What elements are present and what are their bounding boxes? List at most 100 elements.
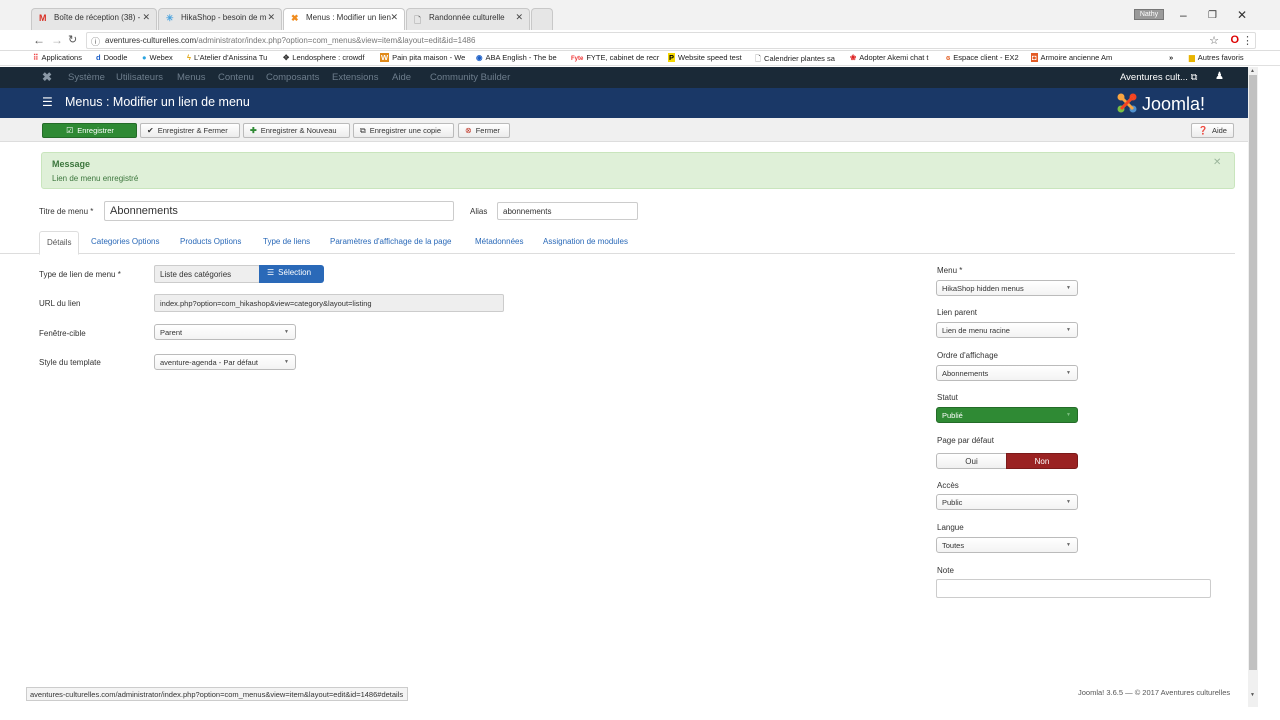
browser-tab-gmail[interactable]: M Boîte de réception (38) - ✕: [31, 8, 157, 30]
target-select[interactable]: Parent ▼: [154, 324, 296, 340]
forward-icon[interactable]: →: [51, 33, 63, 47]
tab-products-options[interactable]: Products Options: [180, 237, 241, 246]
save-close-button[interactable]: ✔ Enregistrer & Fermer: [140, 123, 240, 138]
scrollbar-thumb[interactable]: [1249, 75, 1257, 670]
close-icon[interactable]: ✕: [515, 12, 523, 23]
browser-status-url: aventures-culturelles.com/administrator/…: [26, 687, 409, 701]
help-button[interactable]: ❓ Aide: [1191, 123, 1234, 138]
browser-menu-icon[interactable]: ⋮: [1242, 34, 1253, 47]
bookmark-akemi[interactable]: ❀ Adopter Akemi chat t: [850, 53, 929, 62]
save-button[interactable]: ☑ Enregistrer: [42, 123, 137, 138]
caret-icon: ▼: [284, 359, 289, 365]
hikashop-icon: ✳: [166, 13, 174, 23]
opera-icon[interactable]: O: [1230, 34, 1239, 46]
bookmark-aba[interactable]: ◉ ABA English - The be: [476, 53, 557, 62]
note-input[interactable]: [936, 579, 1211, 598]
target-label: Fenêtre-cible: [39, 329, 86, 338]
page-title: Menus : Modifier un lien de menu: [65, 95, 250, 109]
close-icon[interactable]: ✕: [142, 12, 150, 23]
order-select[interactable]: Abonnements ▼: [936, 365, 1078, 381]
minimize-icon[interactable]: –: [1180, 8, 1187, 22]
tab-parametres-affichage[interactable]: Paramètres d'affichage de la page: [330, 237, 451, 246]
url-input[interactable]: ⓘ aventures-culturelles.com/administrato…: [86, 32, 1256, 49]
bookmark-atelier[interactable]: ϟ L'Atelier d'Anissina Tu: [187, 53, 267, 62]
close-icon[interactable]: ✕: [390, 12, 398, 23]
close-icon[interactable]: ✕: [1213, 157, 1221, 168]
doodle-icon: d: [96, 53, 101, 62]
bookmark-lendosphere[interactable]: ✥ Lendosphere : crowdf: [283, 53, 364, 62]
browser-tab-randonnee[interactable]: 🗋 Randonnée culturelle ✕: [406, 8, 530, 30]
toolbar: ☑ Enregistrer ✔ Enregistrer & Fermer ✚ Enre…: [0, 118, 1248, 142]
status-select[interactable]: Publié ▼: [936, 407, 1078, 423]
link-type-value: Liste des catégories: [154, 265, 260, 283]
template-style-label: Style du template: [39, 358, 101, 367]
selection-button[interactable]: ☰ Sélection: [259, 265, 324, 283]
browser-tab-menus[interactable]: ✖ Menus : Modifier un lien ✕: [283, 8, 405, 31]
bookmark-other[interactable]: ▆ Autres favoris: [1189, 53, 1244, 62]
nav-community-builder[interactable]: Community Builder: [430, 72, 510, 83]
caret-icon: ▼: [1066, 542, 1071, 548]
bookmarks-overflow[interactable]: »: [1169, 53, 1173, 62]
tab-categories-options[interactable]: Categories Options: [91, 237, 159, 246]
bookmark-star-icon[interactable]: ☆: [1209, 34, 1219, 47]
save-copy-button[interactable]: ⧉ Enregistrer une copie: [353, 123, 454, 138]
caret-icon: ▼: [1066, 285, 1071, 291]
reload-icon[interactable]: ↻: [68, 33, 77, 46]
access-select[interactable]: Public ▼: [936, 494, 1078, 510]
browser-tab-hikashop[interactable]: ✳ HikaShop - besoin de m ✕: [158, 8, 282, 30]
tab-details[interactable]: Détails: [39, 231, 80, 255]
bookmark-doodle[interactable]: d Doodle: [96, 53, 127, 62]
parent-label: Lien parent: [937, 308, 978, 317]
bookmark-webex[interactable]: ● Webex: [142, 53, 173, 62]
bookmark-ex2[interactable]: ɞ Espace client - EX2: [946, 53, 1019, 62]
close-button[interactable]: ⊗ Fermer: [458, 123, 510, 138]
tab-metadonnees[interactable]: Métadonnées: [475, 237, 523, 246]
nav-aide[interactable]: Aide: [392, 72, 411, 83]
user-icon[interactable]: ♟: [1215, 71, 1224, 82]
restore-icon[interactable]: ❐: [1208, 10, 1217, 21]
scroll-up-icon[interactable]: ▲: [1250, 68, 1255, 74]
nav-extensions[interactable]: Extensions: [332, 72, 378, 83]
new-tab-button[interactable]: [531, 8, 553, 30]
bookmark-speed-test[interactable]: P Website speed test: [668, 53, 742, 62]
save-new-button[interactable]: ✚ Enregistrer & Nouveau: [243, 123, 350, 138]
site-link[interactable]: Aventures cult... ⧉: [1120, 72, 1197, 83]
parent-select[interactable]: Lien de menu racine ▼: [936, 322, 1078, 338]
status-label: Statut: [937, 393, 958, 402]
default-no-button[interactable]: Non: [1006, 453, 1078, 469]
admin-top-nav: ✖ Système Utilisateurs Menus Contenu Com…: [0, 67, 1248, 88]
tab-assignation-modules[interactable]: Assignation de modules: [543, 237, 628, 246]
alias-input[interactable]: abonnements: [497, 202, 638, 220]
edit-icon: ☑: [66, 126, 74, 135]
title-input[interactable]: Abonnements: [104, 201, 454, 221]
access-label: Accès: [937, 481, 959, 490]
tab-type-de-liens[interactable]: Type de liens: [263, 237, 310, 246]
back-icon[interactable]: ←: [33, 33, 45, 47]
joomla-menu-icon[interactable]: ✖: [42, 70, 52, 84]
profile-badge[interactable]: Nathy: [1134, 9, 1164, 20]
bookmark-apps[interactable]: ⠿ Applications: [33, 53, 82, 62]
bookmark-calendrier[interactable]: 🗋 Calendrier plantes sa: [755, 53, 835, 66]
menu-select[interactable]: HikaShop hidden menus ▼: [936, 280, 1078, 296]
bookmark-pain-pita[interactable]: W Pain pita maison - We: [380, 53, 465, 62]
nav-contenu[interactable]: Contenu: [218, 72, 254, 83]
bookmark-armoire[interactable]: ◘ Armoire ancienne Am: [1031, 53, 1112, 62]
nav-utilisateurs[interactable]: Utilisateurs: [116, 72, 163, 83]
nav-systeme[interactable]: Système: [68, 72, 105, 83]
browser-tab-bar: M Boîte de réception (38) - ✕ ✳ HikaShop…: [0, 0, 1280, 31]
caret-icon: ▼: [1066, 499, 1071, 505]
caret-icon: ▼: [284, 329, 289, 335]
template-style-select[interactable]: aventure-agenda - Par défaut ▼: [154, 354, 296, 370]
close-icon[interactable]: ✕: [267, 12, 275, 23]
language-select[interactable]: Toutes ▼: [936, 537, 1078, 553]
default-yes-button[interactable]: Oui: [936, 453, 1007, 469]
apps-icon: ⠿: [33, 53, 39, 62]
note-label: Note: [937, 566, 954, 575]
url-host: aventures-culturelles.com: [105, 36, 197, 45]
nav-composants[interactable]: Composants: [266, 72, 319, 83]
bookmark-fyte[interactable]: Fyte FYTE, cabinet de recr: [571, 53, 659, 62]
window-close-icon[interactable]: ✕: [1237, 8, 1247, 22]
scroll-down-icon[interactable]: ▼: [1250, 692, 1255, 698]
info-icon[interactable]: ⓘ: [91, 35, 100, 48]
nav-menus[interactable]: Menus: [177, 72, 206, 83]
